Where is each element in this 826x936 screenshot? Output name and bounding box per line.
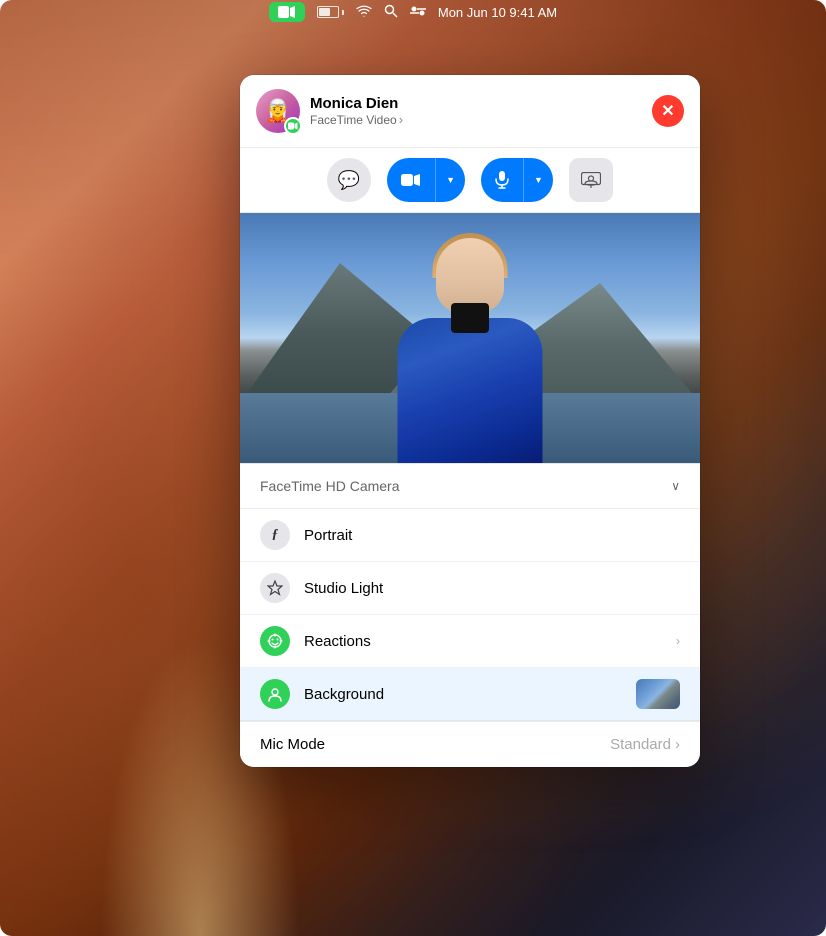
facetime-badge (284, 117, 302, 135)
person-overlay (240, 213, 700, 463)
mic-button[interactable] (481, 158, 523, 202)
control-center-icon[interactable] (410, 5, 426, 20)
background-icon (260, 679, 290, 709)
portrait-menu-item[interactable]: ƒ Portrait (240, 509, 700, 562)
mic-mode-value: Standard › (610, 736, 680, 753)
spotlight-icon[interactable] (384, 4, 398, 21)
message-button[interactable]: 💬 (327, 158, 371, 202)
reactions-label: Reactions (304, 633, 662, 650)
video-button-group: ▼ (387, 158, 465, 202)
mic-button-group: ▼ (481, 158, 553, 202)
background-menu-item[interactable]: Background (240, 668, 700, 721)
dropdown-panel: FaceTime HD Camera ∨ ƒ Portrait Studio L… (240, 463, 700, 767)
studio-light-menu-item[interactable]: Studio Light (240, 562, 700, 615)
mic-chevron-icon: ▼ (534, 175, 543, 185)
video-preview (240, 213, 700, 463)
message-icon: 💬 (338, 170, 360, 191)
portrait-label: Portrait (304, 527, 680, 544)
studio-light-icon (260, 573, 290, 603)
mic-mode-standard: Standard (610, 736, 671, 753)
caller-text: Monica Dien FaceTime Video › (310, 95, 403, 127)
background-label: Background (304, 686, 622, 703)
studio-light-label: Studio Light (304, 580, 680, 597)
facetime-window: 🧝 Monica Dien FaceTime Video › ✕ (240, 75, 700, 767)
mic-mode-chevron-icon: › (675, 736, 680, 753)
person-head (436, 238, 504, 313)
mic-mode-label: Mic Mode (260, 736, 325, 753)
menubar-time: Mon Jun 10 9:41 AM (438, 5, 557, 20)
controls-bar: 💬 ▼ (240, 148, 700, 213)
wifi-icon (356, 4, 372, 20)
portrait-icon: ƒ (260, 520, 290, 550)
caller-subtitle: FaceTime Video › (310, 112, 403, 127)
window-header: 🧝 Monica Dien FaceTime Video › ✕ (240, 75, 700, 148)
background-thumbnail (636, 679, 680, 709)
reactions-menu-item[interactable]: Reactions › (240, 615, 700, 668)
facetime-menubar-icon[interactable] (269, 2, 305, 22)
thumbnail-image (636, 679, 680, 709)
mic-chevron-button[interactable]: ▼ (523, 158, 553, 202)
person-body (398, 318, 543, 463)
video-button[interactable] (387, 158, 435, 202)
mic-mode-row[interactable]: Mic Mode Standard › (240, 721, 700, 767)
menubar: Mon Jun 10 9:41 AM (0, 0, 826, 24)
person-figure (380, 238, 560, 463)
reactions-icon (260, 626, 290, 656)
camera-label: FaceTime HD Camera (260, 478, 400, 494)
camera-header[interactable]: FaceTime HD Camera ∨ (240, 464, 700, 509)
reactions-chevron-icon: › (676, 634, 680, 648)
battery-indicator (317, 6, 344, 18)
caller-info: 🧝 Monica Dien FaceTime Video › (256, 89, 403, 133)
camera-chevron-icon: ∨ (671, 479, 680, 493)
close-icon: ✕ (661, 101, 674, 121)
caller-name: Monica Dien (310, 95, 403, 112)
close-button[interactable]: ✕ (652, 95, 684, 127)
screen-share-button[interactable] (569, 158, 613, 202)
video-chevron-button[interactable]: ▼ (435, 158, 465, 202)
caller-avatar: 🧝 (256, 89, 300, 133)
person-scarf (451, 303, 489, 333)
video-chevron-icon: ▼ (446, 175, 455, 185)
